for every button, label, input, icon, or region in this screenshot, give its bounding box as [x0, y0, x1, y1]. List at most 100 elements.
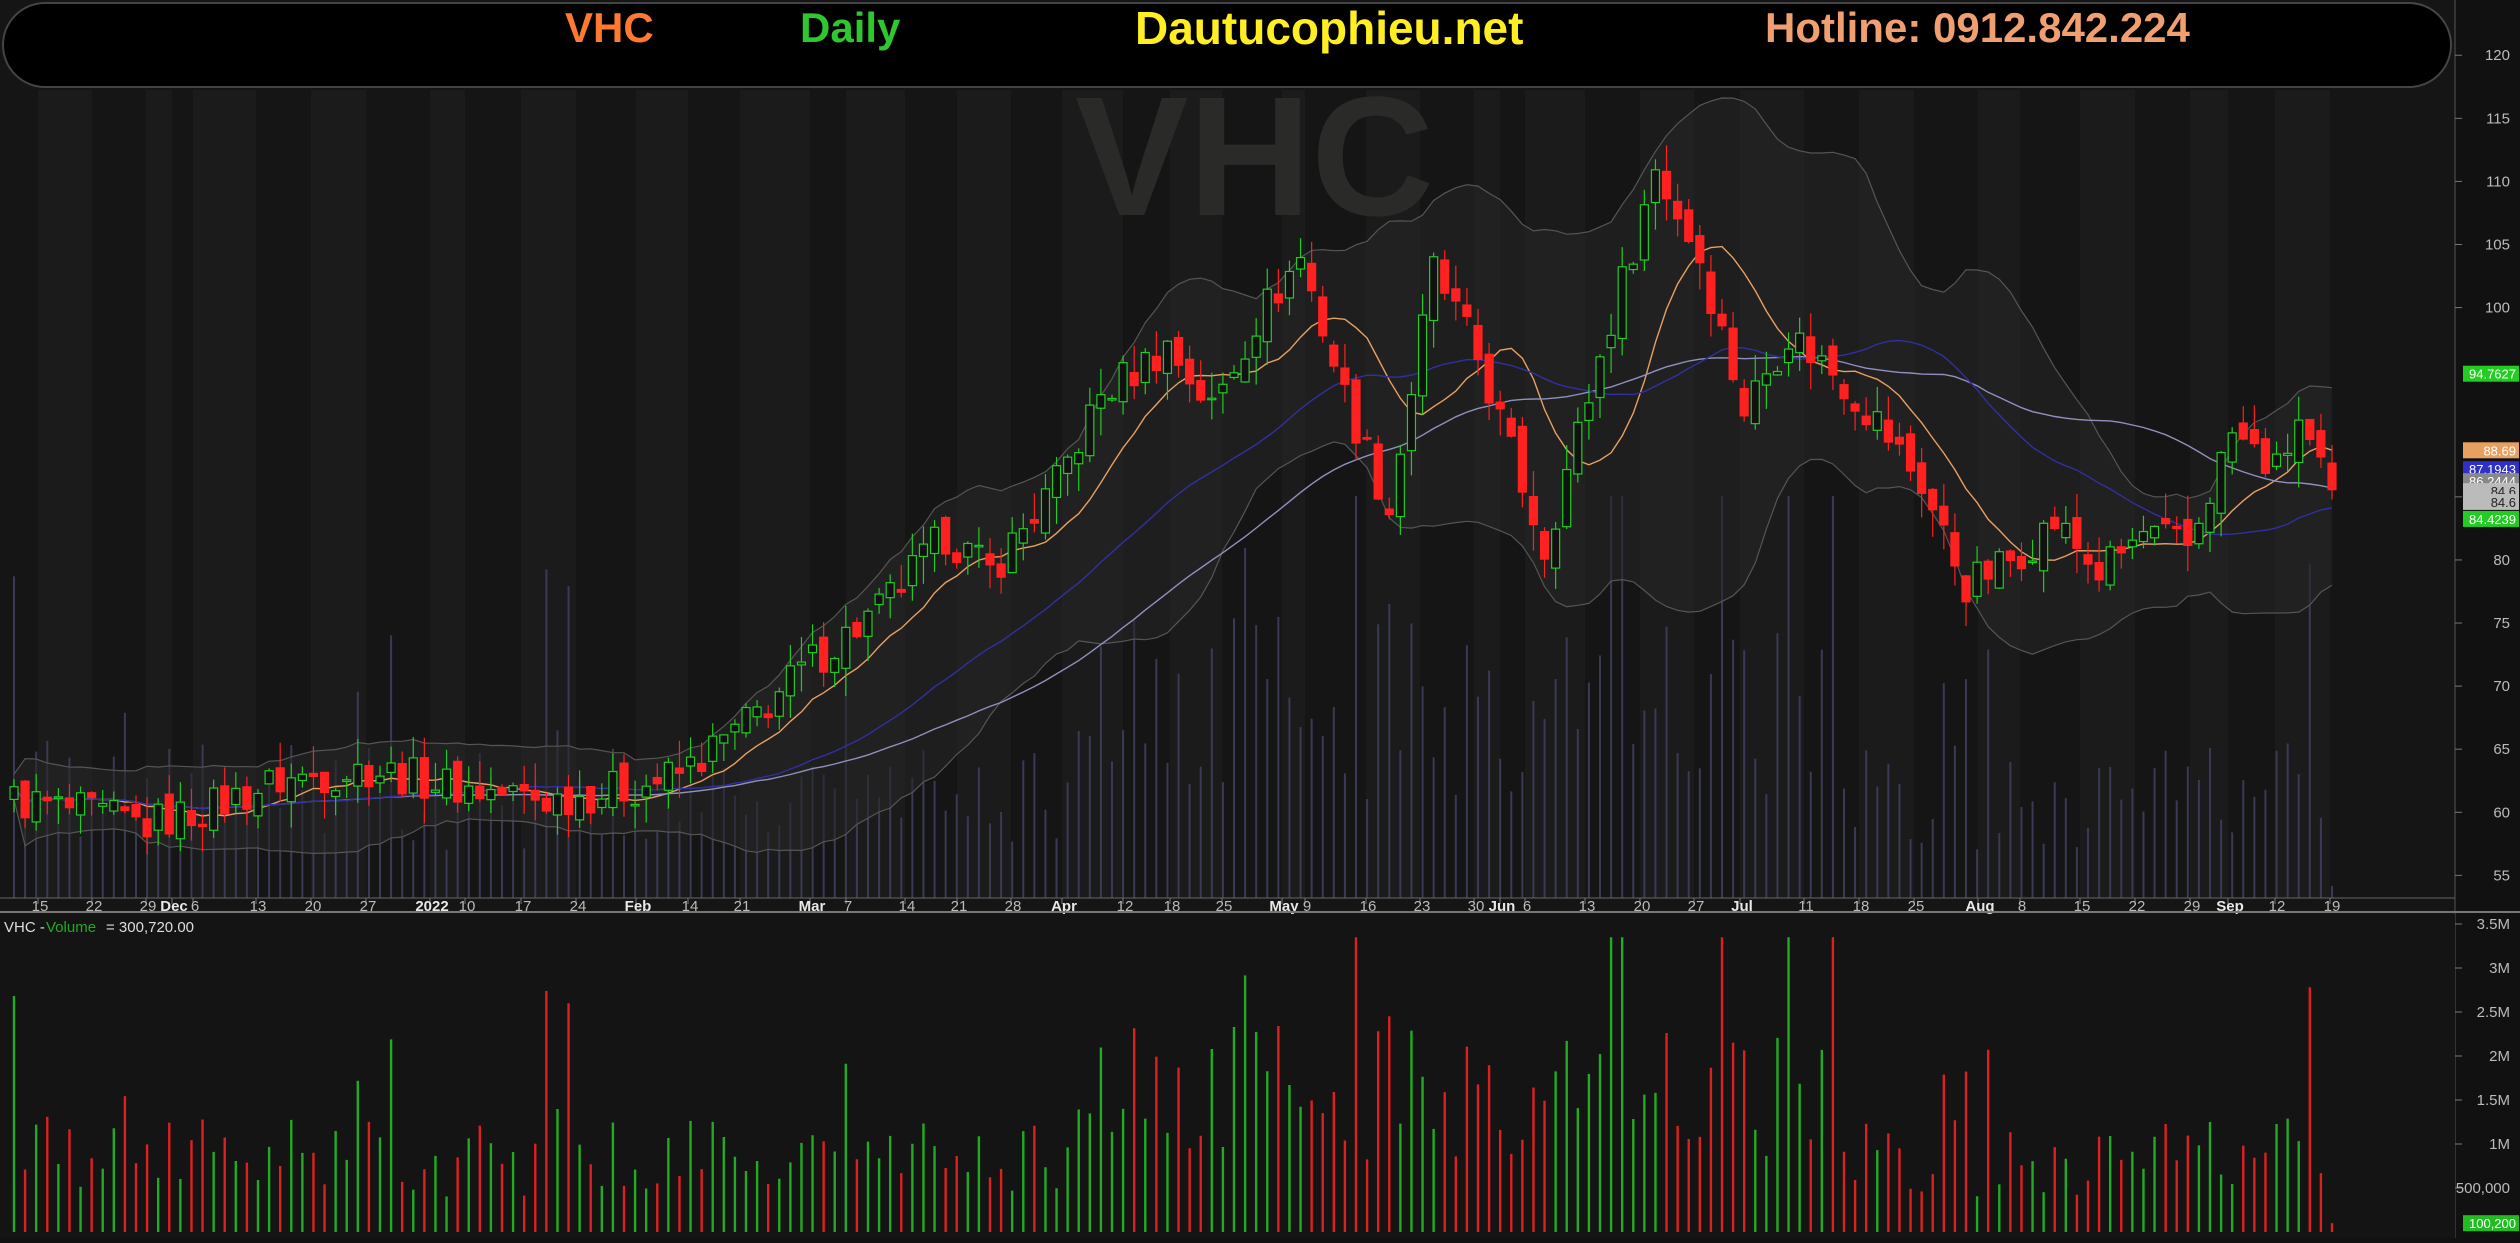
volume-tick-label: 1M [2489, 1136, 2510, 1153]
candle-body [1994, 551, 2004, 589]
candle-body [1761, 373, 1771, 386]
price-tag-label: 84.6 [2491, 495, 2516, 510]
hotline-label: Hotline: 0912.842.224 [1765, 4, 2191, 51]
candle-body [2050, 516, 2060, 530]
candle-body [1772, 370, 1783, 376]
candle-body [708, 735, 718, 762]
candle-body [430, 789, 441, 793]
candle-body [1151, 355, 1161, 372]
candle-body [308, 772, 319, 778]
price-tick-label: 65 [2493, 741, 2510, 758]
stock-chart[interactable]: VHC VHC Daily Dautucophieu.net Hotline: … [0, 0, 2520, 1238]
candle-body [575, 795, 585, 821]
candle-body [1406, 394, 1417, 452]
candle-body [464, 785, 474, 804]
timeframe-label: Daily [800, 4, 901, 51]
candle-body [264, 770, 274, 785]
candle-body [364, 764, 374, 788]
candle-body [186, 810, 197, 827]
candle-body [1872, 411, 1882, 431]
candle-body [419, 757, 429, 799]
candle-body [1373, 443, 1383, 500]
price-tick-label: 70 [2493, 678, 2510, 695]
chart-stage: VHC VHC Daily Dautucophieu.net Hotline: … [0, 0, 2520, 1238]
candle-body [342, 779, 352, 783]
candle-body [1850, 403, 1860, 412]
candle-body [231, 787, 241, 806]
candle-body [42, 796, 52, 802]
candle-body [1617, 266, 1627, 340]
candle-body [1162, 340, 1173, 375]
price-tick-label: 115 [2486, 110, 2510, 127]
candle-body [608, 770, 618, 809]
candle-body [397, 762, 407, 795]
candle-body [2005, 550, 2015, 561]
candle-body [1795, 332, 1805, 354]
candle-body [1196, 380, 1206, 401]
candle-body [929, 526, 940, 555]
volume-tick-label: 2.5M [2477, 1004, 2510, 1021]
candle-body [1551, 528, 1561, 569]
candle-body [1817, 355, 1827, 362]
candle-body [2216, 451, 2226, 514]
candle-body [586, 785, 596, 814]
candle-body [286, 777, 296, 803]
candle-body [386, 762, 396, 774]
candle-body [519, 783, 529, 792]
candle-body [2172, 525, 2182, 530]
candle-body [796, 661, 807, 666]
candle-body [1573, 421, 1583, 475]
candle-body [685, 756, 696, 767]
candle-body [142, 818, 152, 838]
ticker-label: VHC [565, 4, 654, 51]
candle-body [2194, 522, 2204, 545]
volume-last-tag-label: 100,200 [2469, 1216, 2516, 1231]
candle-body [963, 542, 973, 558]
candle-body [1440, 259, 1450, 294]
price-tick-label: 105 [2485, 237, 2510, 254]
candle-body [1007, 532, 1017, 574]
candle-body [952, 552, 962, 564]
candle-body [131, 803, 141, 818]
candle-body [1207, 397, 1217, 401]
volume-legend-label: Volume [46, 919, 96, 936]
candle-body [819, 636, 829, 673]
candle-body [1783, 348, 1794, 364]
candle-body [763, 713, 773, 719]
candle-body [408, 757, 418, 794]
candle-body [674, 767, 685, 774]
candle-body [1917, 462, 1927, 494]
candle-body [1606, 334, 1616, 349]
candle-body [907, 555, 917, 587]
volume-panel[interactable]: VHC - Volume = 300,720.00 3.5M 3M 2.5M 2M 1.… [0, 914, 2519, 1238]
candle-body [1329, 344, 1339, 367]
candle-body [1018, 528, 1028, 544]
candle-body [1839, 384, 1849, 400]
candle-body [1185, 358, 1195, 385]
candle-body [1484, 353, 1494, 404]
candle-body [20, 780, 30, 819]
candle-body [1883, 419, 1893, 443]
candle-body [1384, 508, 1394, 516]
candle-body [730, 723, 740, 733]
candle-body [1074, 452, 1084, 465]
candle-body [741, 706, 751, 734]
candle-body [1728, 327, 1738, 381]
candle-body [1229, 372, 1239, 379]
candle-body [453, 760, 463, 803]
candle-body [1894, 436, 1905, 445]
candle-body [1506, 417, 1516, 437]
candle-body [2127, 539, 2137, 548]
candle-body [2283, 452, 2293, 456]
candle-body [719, 734, 729, 744]
candle-body [2116, 546, 2126, 554]
candle-body [2238, 422, 2248, 440]
candle-body [164, 793, 174, 835]
candle-body [1661, 170, 1672, 200]
candle-body [2149, 525, 2160, 539]
candle-body [319, 771, 330, 794]
candle-body [1750, 380, 1760, 425]
candle-body [2083, 554, 2093, 565]
price-tick-label: 120 [2485, 47, 2510, 64]
candle-body [486, 788, 496, 801]
